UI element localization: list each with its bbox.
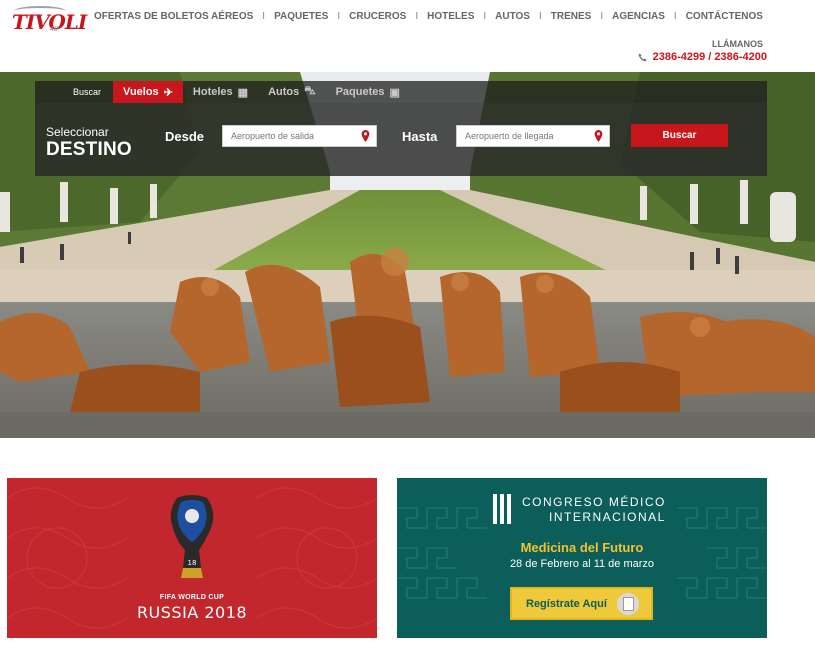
congress-dates: 28 de Febrero al 11 de marzo [509,558,655,570]
congress-subtitle: Medicina del Futuro [520,540,644,555]
nav-item-agencias[interactable]: AGENCIAS [612,11,665,22]
search-tabs: Buscar Vuelos ✈ Hoteles ▦ Autos ⛍ Paquet… [35,81,767,108]
logo-anniversary: 40 [50,26,58,33]
from-airport-field[interactable]: Aeropuerto de salida [222,125,377,147]
nav-separator: I [415,11,419,22]
tab-autos[interactable]: Autos ⛍ [258,81,326,103]
svg-text:18: 18 [188,559,197,567]
call-phone[interactable]: 2386-4299 / 2386-4200 [638,51,767,63]
document-icon [616,592,639,615]
phone-icon [638,52,647,62]
worldcup-banner[interactable]: 18 FIFA WORLD CUP RUSSIA 2018 [7,478,377,638]
tab-paquetes-label: Paquetes [335,86,385,98]
nav-item-autos[interactable]: AUTOS [495,11,530,22]
plane-icon: ✈ [163,86,173,99]
to-label: Hasta [402,129,438,144]
from-label: Desde [165,129,205,144]
building-icon: ▦ [237,86,249,99]
nav-item-contactenos[interactable]: CONTÁCTENOS [686,11,763,22]
nav-separator: I [600,11,604,22]
worldcup-trophy-icon: 18 [170,495,214,578]
from-airport-placeholder: Aeropuerto de salida [231,131,315,141]
tab-vuelos[interactable]: Vuelos ✈ [113,81,183,108]
worldcup-line2: RUSSIA 2018 [136,603,248,622]
location-pin-icon [594,130,603,142]
congress-title-line2: INTERNACIONAL [549,510,666,524]
nav-separator: I [538,11,542,22]
tab-paquetes[interactable]: Paquetes ▣ [326,81,410,103]
congress-title-line1: CONGRESO MÉDICO [522,495,666,509]
nav-separator: I [262,11,266,22]
tab-autos-label: Autos [268,86,300,98]
suitcase-icon: ▣ [389,86,400,99]
car-icon: ⛍ [304,85,316,97]
search-panel: Buscar Vuelos ✈ Hoteles ▦ Autos ⛍ Paquet… [35,81,767,176]
register-button-label: Regístrate Aquí [526,597,607,610]
nav-separator: I [337,11,341,22]
to-airport-field[interactable]: Aeropuerto de llegada [456,125,610,147]
nav-separator: I [483,11,487,22]
main-nav: OFERTAS DE BOLETOS AÉREOS I PAQUETES I C… [94,11,763,22]
congress-logo-mark [493,494,513,524]
select-destination-big: DESTINO [46,139,132,160]
tab-hoteles[interactable]: Hoteles ▦ [183,81,258,103]
search-button[interactable]: Buscar [631,124,728,147]
congress-banner[interactable]: CONGRESO MÉDICO INTERNACIONAL Medicina d… [397,478,767,638]
call-label: LLÁMANOS [712,39,763,49]
to-airport-placeholder: Aeropuerto de llegada [465,131,554,141]
nav-separator: I [673,11,677,22]
tab-vuelos-label: Vuelos [123,86,159,98]
nav-item-trenes[interactable]: TRENES [551,11,592,22]
phone-number: 2386-4299 / 2386-4200 [652,51,767,63]
worldcup-line1: FIFA WORLD CUP [159,594,225,601]
nav-item-hoteles[interactable]: HOTELES [427,11,474,22]
search-form: Seleccionar DESTINO Desde Aeropuerto de … [35,103,767,176]
select-destination-small: Seleccionar [46,125,109,139]
tab-hoteles-label: Hoteles [192,86,233,98]
search-tabs-label: Buscar [73,87,102,97]
location-pin-icon [361,130,370,142]
register-button[interactable]: Regístrate Aquí [510,587,653,620]
nav-item-paquetes[interactable]: PAQUETES [274,11,328,22]
nav-item-cruceros[interactable]: CRUCEROS [349,11,406,22]
nav-item-ofertas[interactable]: OFERTAS DE BOLETOS AÉREOS [94,11,253,22]
tivoli-logo[interactable]: TIVOLI 40 [10,4,87,38]
